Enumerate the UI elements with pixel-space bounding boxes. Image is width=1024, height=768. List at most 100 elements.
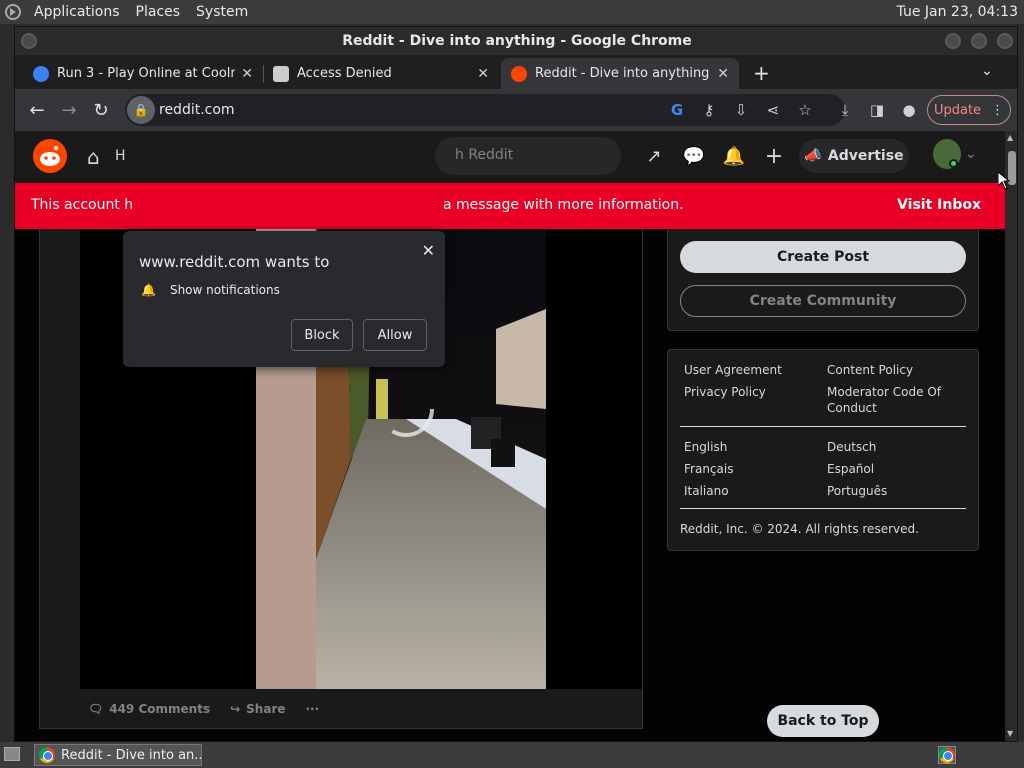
tab-reddit[interactable]: Reddit - Dive into anything ✕ <box>501 58 739 89</box>
chrome-window: Reddit - Dive into anything - Google Chr… <box>14 26 1018 742</box>
allow-button[interactable]: Allow <box>363 319 427 351</box>
new-tab-button[interactable]: + <box>753 61 770 85</box>
forward-arrow-icon[interactable]: → <box>53 100 85 121</box>
window-menu-button[interactable] <box>21 33 37 49</box>
create-post-button[interactable]: Create Post <box>680 241 966 273</box>
sidebar-actions-card: Create Post Create Community <box>667 229 979 331</box>
visit-inbox-link[interactable]: Visit Inbox <box>897 197 981 213</box>
key-icon[interactable]: ⚷ <box>699 100 719 120</box>
chevron-down-icon[interactable]: ⌄ <box>965 146 977 162</box>
download-icon[interactable]: ⤓ <box>835 100 855 120</box>
user-agreement-link[interactable]: User Agreement <box>684 362 824 378</box>
account-warning-banner: This account h a message with more infor… <box>15 183 1005 229</box>
close-window-button[interactable] <box>997 33 1013 49</box>
scroll-down-arrow-icon[interactable]: ▼ <box>1007 729 1013 738</box>
reddit-page: ⌂ H h Reddit ↗ 💬 🔔 + 📣 Advertise ⌄ This … <box>15 131 1017 741</box>
side-panel-icon[interactable]: ◨ <box>867 100 887 120</box>
taskbar-item-label: Reddit - Dive into an... <box>61 747 202 763</box>
lang-deutsch-link[interactable]: Deutsch <box>827 439 967 455</box>
tab-title: Run 3 - Play Online at Coolmath Games <box>57 66 235 81</box>
create-plus-icon[interactable]: + <box>761 144 787 170</box>
divider <box>680 508 966 509</box>
taskbar: Reddit - Dive into an... <box>0 742 1024 768</box>
minimize-button[interactable] <box>945 33 961 49</box>
more-options-button[interactable]: ··· <box>296 702 330 716</box>
permission-label: Show notifications <box>169 283 280 297</box>
back-arrow-icon[interactable]: ← <box>21 100 53 121</box>
profile-icon[interactable]: ● <box>899 100 919 120</box>
dialog-title: www.reddit.com wants to <box>139 253 330 271</box>
mouse-cursor-icon <box>997 170 1011 194</box>
bell-icon: 🔔 <box>141 283 156 297</box>
reload-icon[interactable]: ↻ <box>85 100 117 121</box>
home-icon[interactable]: ⌂ <box>87 145 100 169</box>
tab-access-denied[interactable]: Access Denied ✕ <box>263 58 499 89</box>
close-icon[interactable]: ✕ <box>717 66 729 82</box>
content-policy-link[interactable]: Content Policy <box>827 362 967 378</box>
tab-title: Access Denied <box>297 66 392 81</box>
google-lens-icon[interactable]: G <box>667 100 687 120</box>
comment-icon: 🗨 <box>88 702 104 716</box>
advertise-label: Advertise <box>827 148 904 164</box>
banner-message-end: a message with more information. <box>443 197 684 213</box>
page-scrollbar[interactable]: ▲ ▼ <box>1005 131 1017 741</box>
window-titlebar[interactable]: Reddit - Dive into anything - Google Chr… <box>15 27 1017 55</box>
clock[interactable]: Tue Jan 23, 04:13 <box>897 4 1024 20</box>
close-icon[interactable]: ✕ <box>422 241 435 260</box>
share-arrow-icon: ↪ <box>230 702 241 716</box>
notification-permission-dialog: www.reddit.com wants to ✕ 🔔 Show notific… <box>123 231 445 367</box>
tab-search-chevron-icon[interactable]: ⌄ <box>981 63 993 79</box>
reddit-header: ⌂ H h Reddit ↗ 💬 🔔 + 📣 Advertise ⌄ <box>15 131 1005 183</box>
bookmark-star-icon[interactable]: ☆ <box>795 100 815 120</box>
online-status-icon <box>949 159 958 168</box>
tab-strip: Run 3 - Play Online at Coolmath Games ✕ … <box>15 55 1017 89</box>
menu-places[interactable]: Places <box>128 0 189 24</box>
kebab-menu-icon[interactable]: ⋮ <box>991 103 1004 118</box>
create-community-button[interactable]: Create Community <box>680 285 966 317</box>
tab-run3[interactable]: Run 3 - Play Online at Coolmath Games ✕ <box>23 58 263 89</box>
close-icon[interactable]: ✕ <box>477 66 489 82</box>
banner-message: This account h <box>31 197 134 213</box>
lang-italiano-link[interactable]: Italiano <box>684 483 824 499</box>
menu-system[interactable]: System <box>188 0 256 24</box>
taskbar-item-chrome[interactable]: Reddit - Dive into an... <box>34 744 202 766</box>
lang-english-link[interactable]: English <box>684 439 824 455</box>
scroll-up-arrow-icon[interactable]: ▲ <box>1007 133 1013 142</box>
reddit-logo-icon[interactable] <box>33 139 67 173</box>
search-input[interactable]: h Reddit <box>435 137 621 175</box>
coolmath-favicon-icon <box>33 65 49 82</box>
moderator-code-link[interactable]: Moderator Code Of Conduct <box>827 384 967 416</box>
gnome-logo-icon[interactable] <box>0 0 26 24</box>
window-title: Reddit - Dive into anything - Google Chr… <box>342 33 692 49</box>
update-button[interactable]: Update ⋮ <box>927 95 1011 125</box>
browser-toolbar: ← → ↻ 🔒 reddit.com G ⚷ ⇩ ⋖ ☆ ⤓ ◨ ● Updat… <box>15 89 1017 131</box>
maximize-button[interactable] <box>971 33 987 49</box>
lang-portugues-link[interactable]: Português <box>827 483 967 499</box>
chat-icon[interactable]: 💬 <box>681 144 707 170</box>
share-icon[interactable]: ⋖ <box>763 100 783 120</box>
menu-applications[interactable]: Applications <box>26 0 128 24</box>
bell-icon[interactable]: 🔔 <box>721 144 747 170</box>
lang-espanol-link[interactable]: Español <box>827 461 967 477</box>
privacy-policy-link[interactable]: Privacy Policy <box>684 384 824 400</box>
back-to-top-button[interactable]: Back to Top <box>767 705 879 737</box>
install-app-icon[interactable]: ⇩ <box>731 100 751 120</box>
advertise-button[interactable]: 📣 Advertise <box>799 139 909 173</box>
block-button[interactable]: Block <box>291 319 353 351</box>
tab-title: Reddit - Dive into anything <box>535 66 710 81</box>
popular-arrow-icon[interactable]: ↗ <box>641 144 667 170</box>
chrome-tray-icon[interactable] <box>938 746 956 764</box>
show-desktop-icon[interactable] <box>4 747 20 761</box>
divider <box>680 426 966 427</box>
lang-francais-link[interactable]: Français <box>684 461 824 477</box>
share-button[interactable]: ↪ Share <box>220 702 295 716</box>
top-panel: Applications Places System Tue Jan 23, 0… <box>0 0 1024 24</box>
close-icon[interactable]: ✕ <box>241 66 253 82</box>
home-label[interactable]: H <box>115 148 126 164</box>
chrome-icon <box>39 747 55 763</box>
copyright-text: Reddit, Inc. © 2024. All rights reserved… <box>680 522 919 536</box>
post-actions: 🗨 449 Comments ↪ Share ··· <box>40 689 642 729</box>
lock-icon[interactable]: 🔒 <box>127 96 155 124</box>
comments-button[interactable]: 🗨 449 Comments <box>78 702 220 716</box>
comments-count: 449 Comments <box>109 702 211 716</box>
